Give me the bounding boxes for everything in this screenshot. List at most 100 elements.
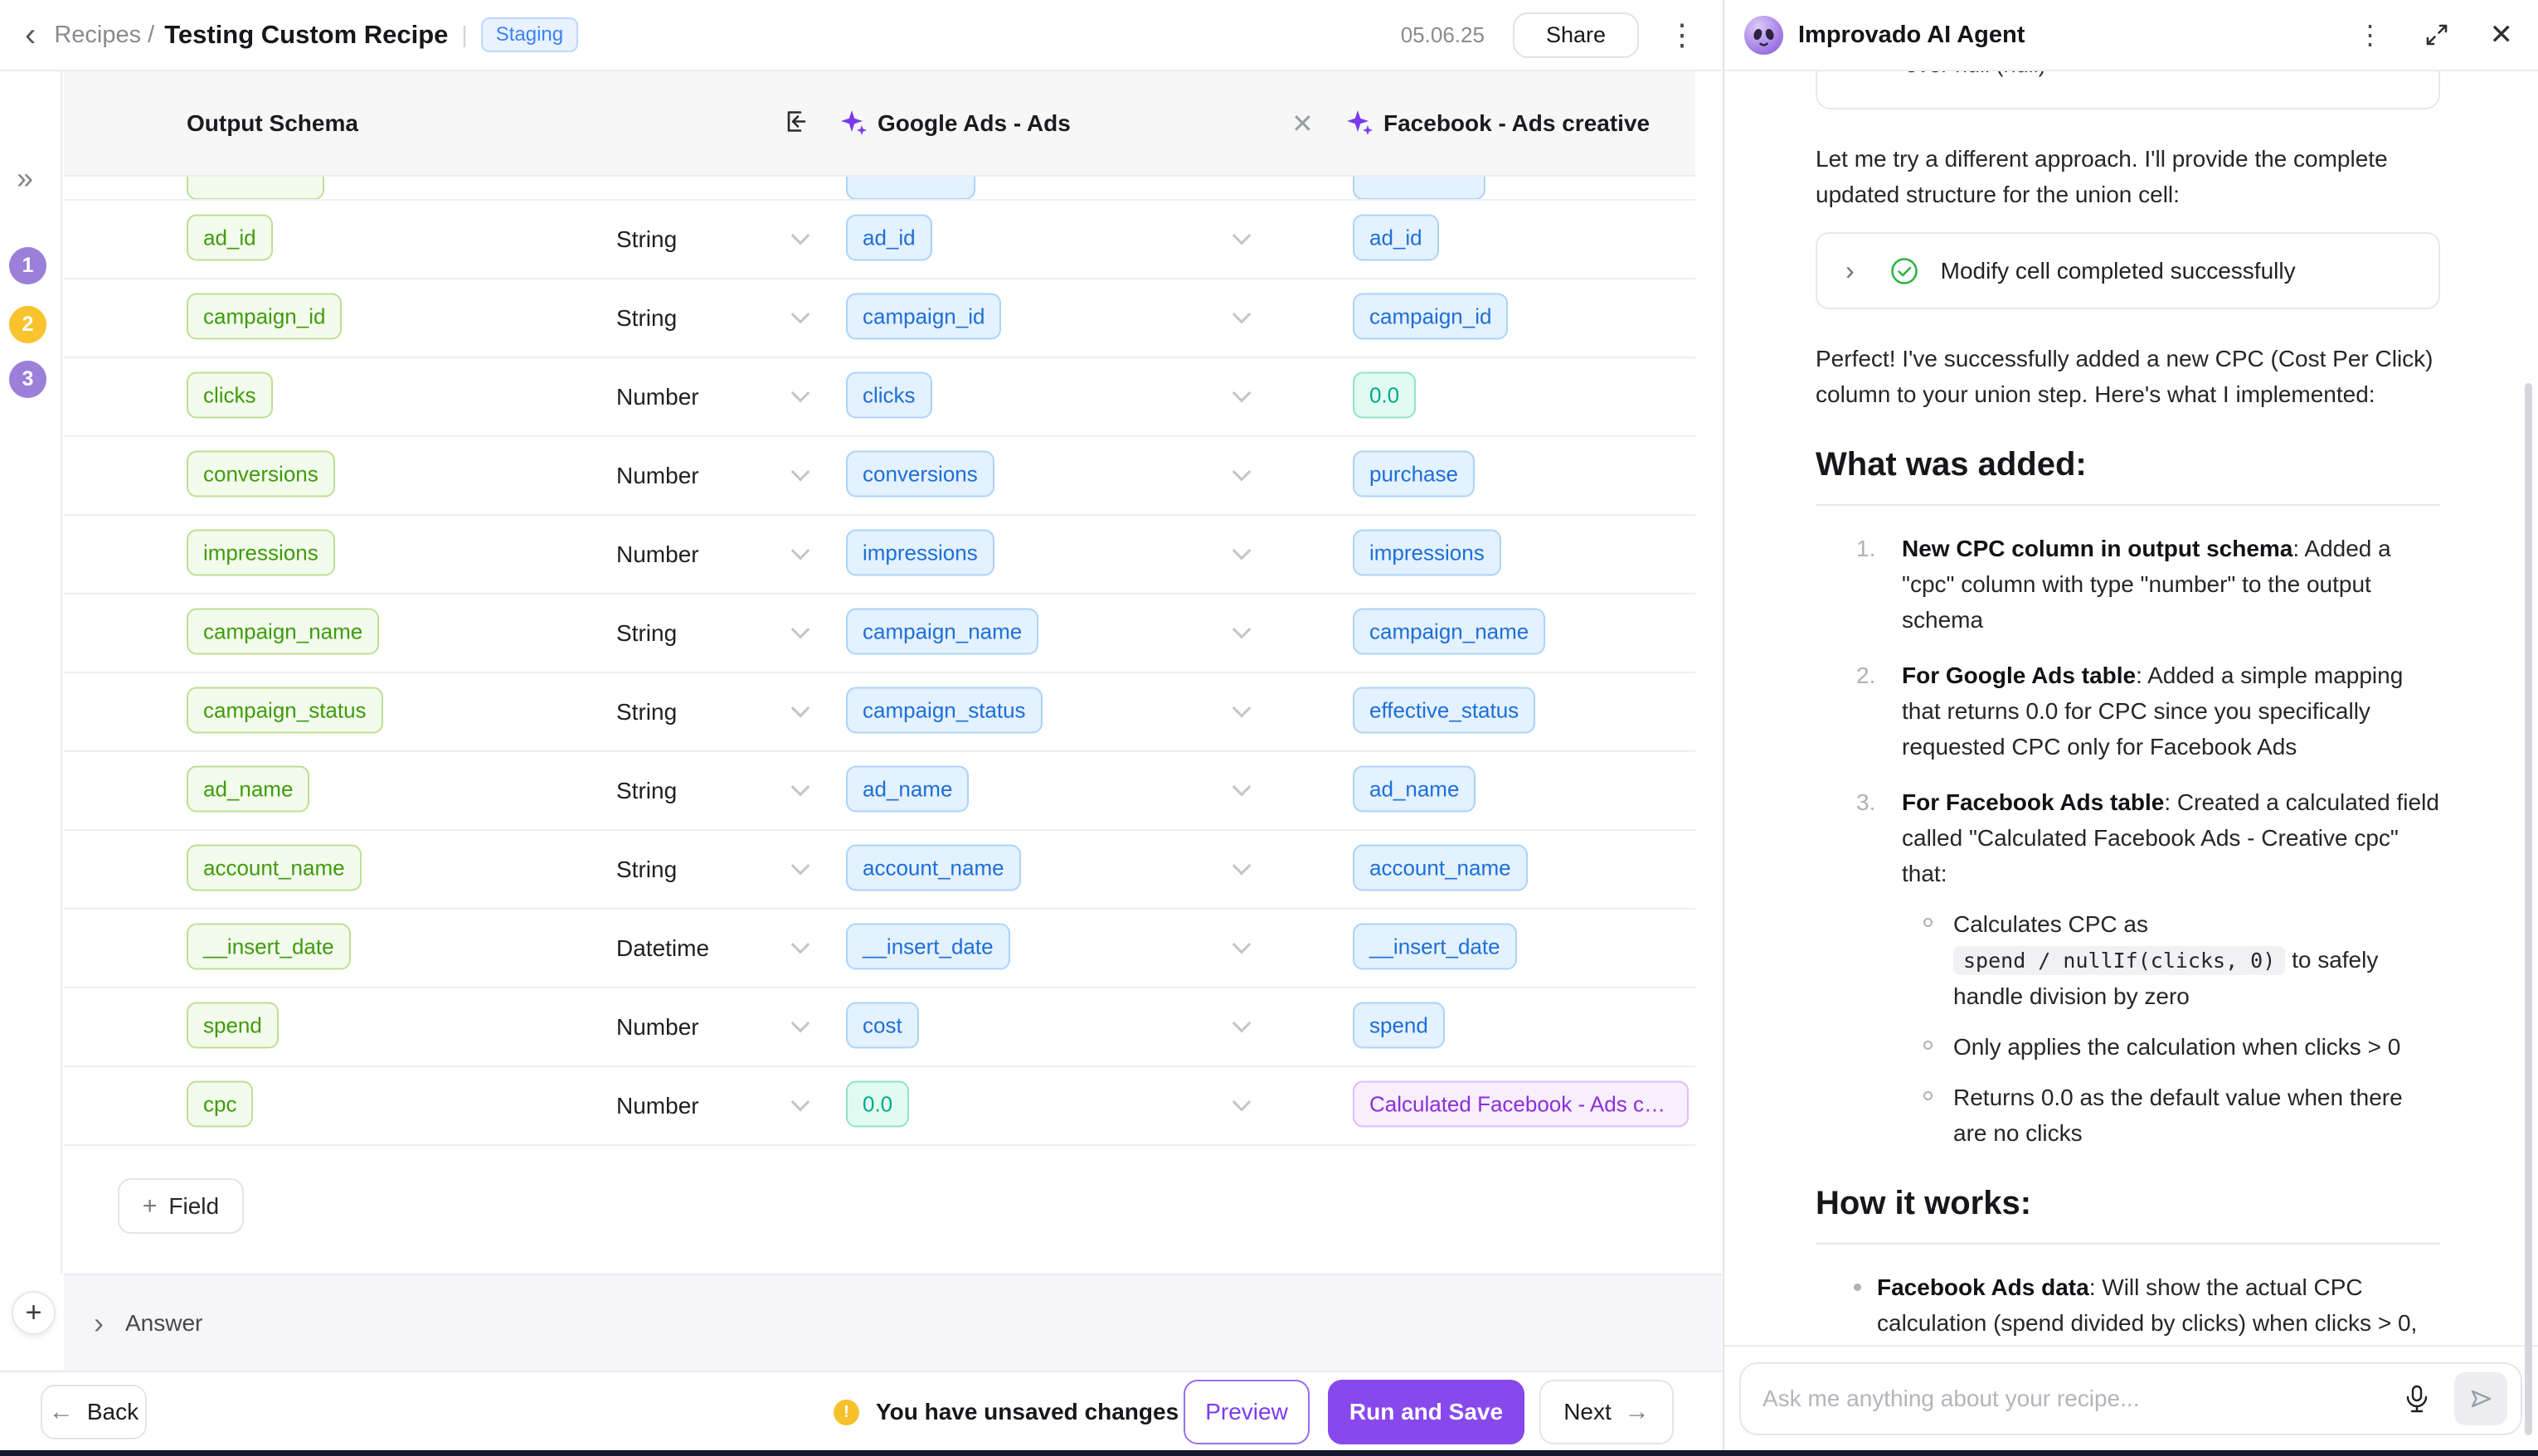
chevron-down-icon[interactable] xyxy=(1235,310,1252,327)
chevron-down-icon[interactable] xyxy=(794,310,810,327)
field-type-select[interactable]: Number xyxy=(616,1014,699,1041)
share-button[interactable]: Share xyxy=(1513,12,1639,58)
facebook-mapping-pill[interactable]: Calculated Facebook - Ads creative … xyxy=(1353,1080,1689,1127)
google-mapping-pill[interactable]: conversions xyxy=(846,450,994,497)
field-type-select[interactable]: Number xyxy=(616,541,699,568)
field-type-select[interactable]: String xyxy=(616,857,677,883)
chat-scrollbar-thumb[interactable] xyxy=(2525,383,2532,1435)
field-type-select[interactable]: String xyxy=(616,305,677,332)
field-type-select[interactable]: String xyxy=(616,620,677,647)
facebook-mapping-pill[interactable]: impressions xyxy=(1353,529,1501,575)
answer-section-toggle[interactable]: › Answer xyxy=(64,1274,1722,1371)
step-2[interactable]: 2 xyxy=(9,306,46,343)
microphone-icon[interactable] xyxy=(2401,1383,2433,1415)
chevron-down-icon[interactable] xyxy=(794,231,810,248)
chevron-down-icon[interactable] xyxy=(1235,940,1252,957)
chevron-down-icon[interactable] xyxy=(794,468,810,484)
chevron-down-icon[interactable] xyxy=(794,783,810,799)
run-and-save-button[interactable]: Run and Save xyxy=(1328,1380,1524,1444)
chat-scroll-area[interactable]: over null (null) Let me try a different … xyxy=(1724,71,2538,1345)
chat-kebab-menu-icon[interactable]: ⋮ xyxy=(2357,19,2384,51)
facebook-mapping-pill[interactable]: spend xyxy=(1353,1002,1445,1048)
chevron-down-icon[interactable] xyxy=(1235,1098,1252,1114)
step-3[interactable]: 3 xyxy=(9,361,46,398)
google-mapping-pill[interactable]: ad_id xyxy=(846,214,932,260)
back-chevron-icon[interactable]: ‹ xyxy=(25,18,36,51)
chevron-down-icon[interactable] xyxy=(1235,231,1252,248)
output-field-pill[interactable]: ad_name xyxy=(187,765,309,812)
expand-chat-icon[interactable] xyxy=(2422,20,2452,50)
output-field-pill[interactable]: conversions xyxy=(187,450,335,497)
chevron-down-icon[interactable] xyxy=(1235,468,1252,484)
table-row: account_name String account_name account_na… xyxy=(64,831,1695,910)
output-field-pill[interactable]: impressions xyxy=(187,529,335,575)
chevron-down-icon[interactable] xyxy=(1235,1019,1252,1036)
google-mapping-pill[interactable]: __insert_date xyxy=(846,923,1010,969)
step-1[interactable]: 1 xyxy=(9,247,46,284)
facebook-mapping-pill[interactable]: purchase xyxy=(1353,450,1475,497)
chevron-down-icon[interactable] xyxy=(794,1019,810,1036)
back-button[interactable]: ← Back xyxy=(41,1385,147,1439)
chevron-down-icon[interactable] xyxy=(794,704,810,721)
field-type-select[interactable]: String xyxy=(616,699,677,726)
google-mapping-pill[interactable]: campaign_status xyxy=(846,687,1043,733)
chevron-down-icon[interactable] xyxy=(1235,861,1252,878)
add-step-button[interactable]: + xyxy=(12,1291,56,1335)
send-button[interactable] xyxy=(2454,1372,2507,1425)
google-mapping-pill[interactable]: campaign_id xyxy=(846,293,1001,339)
output-field-pill[interactable]: cpc xyxy=(187,1080,253,1127)
field-type-select[interactable]: Number xyxy=(616,463,699,489)
output-field-pill[interactable]: campaign_id xyxy=(187,293,342,339)
google-mapping-pill[interactable]: ad_name xyxy=(846,765,969,812)
field-type-select[interactable]: String xyxy=(616,226,677,253)
google-mapping-pill[interactable]: account_name xyxy=(846,844,1021,891)
chevron-down-icon[interactable] xyxy=(794,940,810,957)
chat-input[interactable] xyxy=(1762,1386,2401,1412)
field-type-select[interactable]: Number xyxy=(616,384,699,410)
chevron-down-icon[interactable] xyxy=(1235,625,1252,642)
output-field-pill[interactable]: __insert_date xyxy=(187,923,351,969)
chevron-down-icon[interactable] xyxy=(794,625,810,642)
chevron-down-icon[interactable] xyxy=(1235,546,1252,563)
facebook-mapping-pill[interactable]: 0.0 xyxy=(1353,371,1416,418)
facebook-mapping-pill[interactable]: effective_status xyxy=(1353,687,1535,733)
table-row: ad_name String ad_name ad_name xyxy=(64,752,1695,831)
next-button[interactable]: Next → xyxy=(1539,1380,1674,1444)
google-mapping-pill[interactable]: impressions xyxy=(846,529,994,575)
output-field-pill[interactable]: campaign_status xyxy=(187,687,383,733)
google-mapping-pill[interactable]: cost xyxy=(846,1002,919,1048)
add-field-button[interactable]: + Field xyxy=(118,1178,244,1234)
expand-sidebar-icon[interactable]: » xyxy=(17,161,33,196)
field-type-select[interactable]: Datetime xyxy=(616,935,709,962)
chevron-down-icon[interactable] xyxy=(794,389,810,405)
chevron-down-icon[interactable] xyxy=(794,1098,810,1114)
close-column-icon[interactable]: ✕ xyxy=(1291,108,1314,139)
facebook-mapping-pill[interactable]: account_name xyxy=(1353,844,1528,891)
output-field-pill[interactable]: clicks xyxy=(187,371,273,418)
collapse-panel-icon[interactable] xyxy=(779,105,810,141)
preview-button[interactable]: Preview xyxy=(1184,1380,1310,1444)
facebook-mapping-pill[interactable]: campaign_name xyxy=(1353,608,1545,654)
tool-result-expander[interactable]: › Modify cell completed successfully xyxy=(1816,232,2440,309)
google-mapping-pill[interactable]: 0.0 xyxy=(846,1080,909,1127)
facebook-mapping-pill[interactable]: ad_name xyxy=(1353,765,1476,812)
output-field-pill[interactable]: ad_id xyxy=(187,214,273,260)
output-field-pill[interactable]: account_name xyxy=(187,844,362,891)
breadcrumb[interactable]: Recipes / xyxy=(54,22,154,49)
output-field-pill[interactable]: campaign_name xyxy=(187,608,379,654)
facebook-mapping-pill[interactable]: __insert_date xyxy=(1353,923,1517,969)
facebook-mapping-pill[interactable]: campaign_id xyxy=(1353,293,1508,339)
field-type-select[interactable]: String xyxy=(616,778,677,804)
chevron-down-icon[interactable] xyxy=(794,861,810,878)
chevron-down-icon[interactable] xyxy=(1235,704,1252,721)
chevron-down-icon[interactable] xyxy=(794,546,810,563)
chevron-down-icon[interactable] xyxy=(1235,389,1252,405)
close-chat-icon[interactable]: ✕ xyxy=(2490,18,2514,51)
kebab-menu-icon[interactable]: ⋮ xyxy=(1667,17,1697,52)
field-type-select[interactable]: Number xyxy=(616,1093,699,1119)
facebook-mapping-pill[interactable]: ad_id xyxy=(1353,214,1439,260)
output-field-pill[interactable]: spend xyxy=(187,1002,279,1048)
google-mapping-pill[interactable]: campaign_name xyxy=(846,608,1038,654)
chevron-down-icon[interactable] xyxy=(1235,783,1252,799)
google-mapping-pill[interactable]: clicks xyxy=(846,371,932,418)
